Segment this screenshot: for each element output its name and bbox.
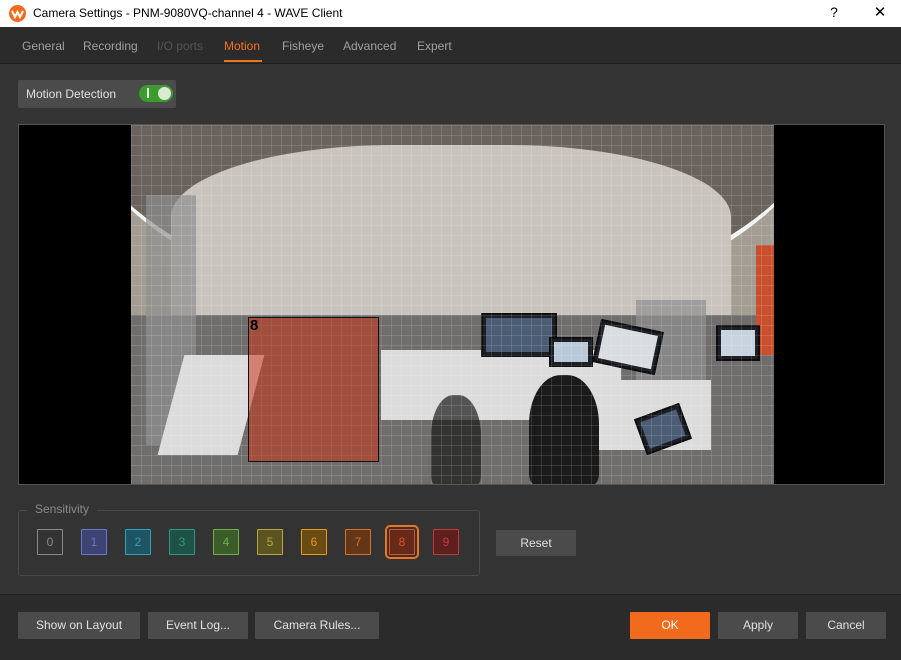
cancel-button[interactable]: Cancel [806, 612, 886, 639]
active-tab-indicator [224, 60, 262, 62]
sensitivity-title: Sensitivity [27, 502, 98, 516]
tab-bar: General Recording I/O ports Motion Fishe… [0, 27, 901, 64]
sensitivity-4-button[interactable]: 4 [213, 529, 239, 555]
tab-recording[interactable]: Recording [83, 39, 138, 53]
motion-detection-panel: Motion Detection [18, 80, 176, 108]
sensitivity-9-button[interactable]: 9 [433, 529, 459, 555]
wave-logo-icon [9, 5, 26, 22]
motion-region[interactable]: 8 [248, 317, 379, 462]
show-on-layout-button[interactable]: Show on Layout [18, 612, 140, 639]
toggle-knob [158, 87, 171, 100]
close-button[interactable]: ✕ [866, 0, 894, 27]
camera-rules-button[interactable]: Camera Rules... [255, 612, 379, 639]
sensitivity-0-button[interactable]: 0 [37, 529, 63, 555]
motion-grid [131, 125, 774, 484]
title-bar: Camera Settings - PNM-9080VQ-channel 4 -… [0, 0, 901, 27]
sensitivity-2-button[interactable]: 2 [125, 529, 151, 555]
region-sensitivity-label: 8 [250, 317, 259, 334]
tab-motion[interactable]: Motion [224, 39, 260, 53]
sensitivity-3-button[interactable]: 3 [169, 529, 195, 555]
sensitivity-7-button[interactable]: 7 [345, 529, 371, 555]
sensitivity-8-button[interactable]: 8 [385, 525, 419, 559]
dialog-footer: Show on Layout Event Log... Camera Rules… [0, 594, 901, 660]
motion-detection-label: Motion Detection [26, 87, 117, 101]
sensitivity-5-button[interactable]: 5 [257, 529, 283, 555]
camera-video-view[interactable]: 8 [18, 124, 885, 485]
sensitivity-1-button[interactable]: 1 [81, 529, 107, 555]
help-button[interactable]: ? [823, 0, 845, 27]
motion-detection-toggle[interactable] [139, 85, 173, 102]
event-log-button[interactable]: Event Log... [148, 612, 248, 639]
tab-expert[interactable]: Expert [417, 39, 452, 53]
window-title: Camera Settings - PNM-9080VQ-channel 4 -… [33, 6, 343, 20]
tab-advanced[interactable]: Advanced [343, 39, 396, 53]
tab-fisheye[interactable]: Fisheye [282, 39, 324, 53]
ok-button[interactable]: OK [630, 612, 710, 639]
motion-settings-panel: Motion Detection 8 Sensitivity 0 1 2 3 4… [0, 64, 901, 594]
sensitivity-group: Sensitivity 0 1 2 3 4 5 6 7 8 9 [18, 502, 480, 576]
sensitivity-6-button[interactable]: 6 [301, 529, 327, 555]
tab-general[interactable]: General [22, 39, 65, 53]
reset-button[interactable]: Reset [496, 530, 576, 556]
camera-image: 8 [131, 125, 774, 484]
toggle-on-mark [147, 88, 149, 98]
apply-button[interactable]: Apply [718, 612, 798, 639]
tab-io-ports: I/O ports [157, 39, 204, 53]
